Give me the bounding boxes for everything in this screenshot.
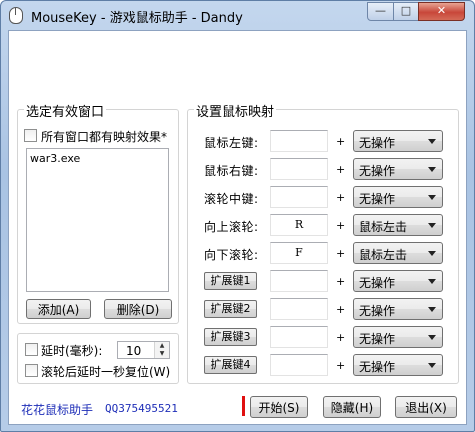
chevron-down-icon: [428, 139, 436, 144]
spin-down-icon[interactable]: ▼: [155, 350, 169, 358]
app-window: MouseKey - 游戏鼠标助手 - Dandy — □ ✕ 选定有效窗口 所…: [0, 0, 475, 432]
delay-checkbox[interactable]: [25, 343, 38, 356]
row-label-right-button: 鼠标右键:: [204, 164, 259, 178]
list-item[interactable]: war3.exe: [30, 152, 80, 165]
wheel-reset-checkbox-label: 滚轮后延时一秒复位(W): [41, 365, 171, 379]
close-button[interactable]: ✕: [418, 2, 465, 21]
row-label-middle-button: 滚轮中键:: [204, 192, 259, 206]
key-input-wheel-down[interactable]: F: [270, 242, 328, 264]
plus-sign: +: [336, 359, 346, 372]
spinner-buttons[interactable]: ▲ ▼: [154, 342, 169, 358]
key-input-left-button[interactable]: [270, 130, 328, 152]
status-indicator: [242, 396, 245, 416]
action-select-value: 无操作: [359, 164, 396, 178]
hide-button[interactable]: 隐藏(H): [323, 396, 381, 418]
action-select-value: 无操作: [359, 332, 396, 346]
action-select-extend-3[interactable]: 无操作: [353, 326, 443, 348]
target-window-group-title: 选定有效窗口: [24, 101, 107, 120]
action-select-extend-1[interactable]: 无操作: [353, 270, 443, 292]
plus-sign: +: [336, 219, 346, 232]
action-select-value: 无操作: [359, 304, 396, 318]
action-select-wheel-down[interactable]: 鼠标左击: [353, 242, 443, 264]
chevron-down-icon: [428, 279, 436, 284]
minimize-button[interactable]: —: [367, 2, 394, 21]
plus-sign: +: [336, 331, 346, 344]
chevron-down-icon: [428, 223, 436, 228]
qq-contact[interactable]: QQ375495521: [105, 402, 178, 415]
plus-sign: +: [336, 135, 346, 148]
delete-button[interactable]: 删除(D): [104, 299, 172, 319]
app-link[interactable]: 花花鼠标助手: [21, 401, 93, 418]
plus-sign: +: [336, 191, 346, 204]
plus-sign: +: [336, 247, 346, 260]
client-area: 选定有效窗口 所有窗口都有映射效果* war3.exe 添加(A) 删除(D) …: [8, 30, 467, 425]
row-label-wheel-up: 向上滚轮:: [204, 220, 259, 234]
spin-up-icon[interactable]: ▲: [155, 342, 169, 350]
key-input-extend-2[interactable]: [270, 298, 328, 320]
add-button[interactable]: 添加(A): [26, 299, 91, 319]
mouse-mapping-group-title: 设置鼠标映射: [194, 101, 277, 120]
key-input-wheel-up[interactable]: R: [270, 214, 328, 236]
action-select-left-button[interactable]: 无操作: [353, 130, 443, 152]
wheel-reset-checkbox[interactable]: [25, 364, 38, 377]
key-input-extend-1[interactable]: [270, 270, 328, 292]
target-window-group: 选定有效窗口 所有窗口都有映射效果* war3.exe 添加(A) 删除(D): [17, 101, 179, 324]
window-title: MouseKey - 游戏鼠标助手 - Dandy: [31, 11, 243, 26]
chevron-down-icon: [428, 167, 436, 172]
row-label-left-button: 鼠标左键:: [204, 136, 259, 150]
delay-value[interactable]: 10: [126, 344, 141, 358]
window-listbox[interactable]: war3.exe: [26, 148, 169, 292]
chevron-down-icon: [428, 363, 436, 368]
key-input-right-button[interactable]: [270, 158, 328, 180]
mouse-icon: [9, 7, 23, 24]
all-windows-checkbox-label: 所有窗口都有映射效果*: [41, 130, 168, 144]
extend-key-3-button[interactable]: 扩展键3: [204, 328, 257, 346]
chevron-down-icon: [428, 195, 436, 200]
action-select-value: 无操作: [359, 360, 396, 374]
delay-checkbox-label: 延时(毫秒):: [41, 344, 103, 358]
plus-sign: +: [336, 163, 346, 176]
delay-group: 延时(毫秒): 10 ▲ ▼ 滚轮后延时一秒复位(W): [17, 333, 179, 384]
start-button[interactable]: 开始(S): [250, 396, 308, 418]
action-select-value: 无操作: [359, 276, 396, 290]
action-select-value: 鼠标左击: [359, 248, 408, 262]
chevron-down-icon: [428, 251, 436, 256]
action-select-value: 无操作: [359, 136, 396, 150]
action-select-right-button[interactable]: 无操作: [353, 158, 443, 180]
plus-sign: +: [336, 303, 346, 316]
chevron-down-icon: [428, 307, 436, 312]
row-label-wheel-down: 向下滚轮:: [204, 248, 259, 262]
exit-button[interactable]: 退出(X): [395, 396, 457, 418]
action-select-extend-4[interactable]: 无操作: [353, 354, 443, 376]
all-windows-checkbox[interactable]: [24, 129, 37, 142]
action-select-value: 鼠标左击: [359, 220, 408, 234]
action-select-value: 无操作: [359, 192, 396, 206]
key-input-middle-button[interactable]: [270, 186, 328, 208]
action-select-wheel-up[interactable]: 鼠标左击: [353, 214, 443, 236]
extend-key-4-button[interactable]: 扩展键4: [204, 356, 257, 374]
extend-key-2-button[interactable]: 扩展键2: [204, 300, 257, 318]
extend-key-1-button[interactable]: 扩展键1: [204, 272, 257, 290]
action-select-middle-button[interactable]: 无操作: [353, 186, 443, 208]
chevron-down-icon: [428, 335, 436, 340]
title-bar[interactable]: MouseKey - 游戏鼠标助手 - Dandy — □ ✕: [1, 1, 474, 29]
key-input-extend-4[interactable]: [270, 354, 328, 376]
key-input-extend-3[interactable]: [270, 326, 328, 348]
mouse-mapping-group: 设置鼠标映射 鼠标左键: + 无操作 鼠标右键: + 无操作 滚轮中键: + 无…: [187, 101, 459, 384]
maximize-button[interactable]: □: [393, 2, 419, 21]
action-select-extend-2[interactable]: 无操作: [353, 298, 443, 320]
plus-sign: +: [336, 275, 346, 288]
delay-spinner[interactable]: 10 ▲ ▼: [117, 341, 170, 359]
